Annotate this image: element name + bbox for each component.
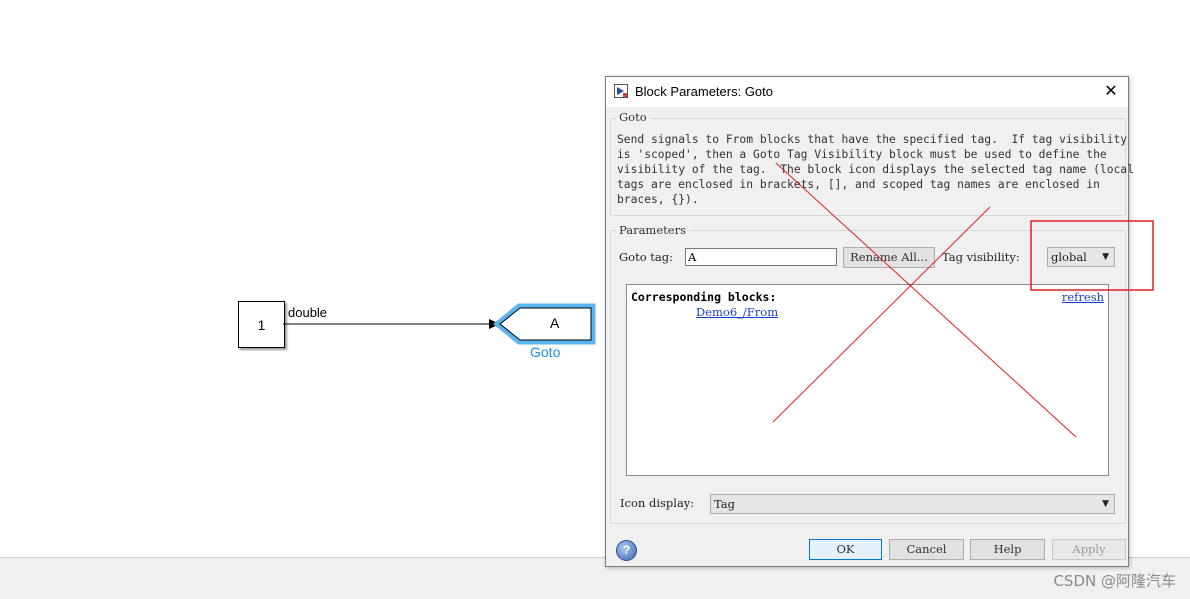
tag-visibility-select[interactable]: global ▼ xyxy=(1047,247,1115,267)
constant-block[interactable]: 1 xyxy=(238,301,285,348)
goto-description-text: Send signals to From blocks that have th… xyxy=(617,133,1134,206)
constant-value: 1 xyxy=(257,316,266,333)
watermark: CSDN @阿隆汽车 xyxy=(1053,572,1176,590)
triangle-down-icon: ▼ xyxy=(1102,252,1109,262)
icon-display-select[interactable]: Tag ▼ xyxy=(710,494,1115,514)
block-parameters-dialog: Block Parameters: Goto ✕ Goto Send signa… xyxy=(605,76,1134,567)
corresponding-blocks-title: Corresponding blocks: xyxy=(631,290,777,304)
parameters-group-label: Parameters xyxy=(616,223,689,237)
close-icon: ✕ xyxy=(1104,83,1118,100)
apply-button[interactable]: Apply xyxy=(1052,539,1126,560)
triangle-down-icon: ▼ xyxy=(1102,499,1109,509)
goto-group-label: Goto xyxy=(616,110,650,124)
goto-tag-text: A xyxy=(550,315,560,331)
goto-block[interactable] xyxy=(499,307,592,341)
goto-tag-label: Goto tag: xyxy=(619,250,674,264)
question-mark-icon[interactable]: ? xyxy=(616,540,637,561)
corresponding-block-link[interactable]: Demo6_/From xyxy=(696,305,778,319)
dialog-title: Block Parameters: Goto xyxy=(635,84,773,99)
ok-button[interactable]: OK xyxy=(809,539,882,560)
rename-all-button[interactable]: Rename All... xyxy=(843,247,935,268)
goto-block-name[interactable]: Goto xyxy=(530,344,560,360)
tag-visibility-label: Tag visibility: xyxy=(942,250,1020,264)
cancel-button[interactable]: Cancel xyxy=(889,539,964,560)
icon-display-value: Tag xyxy=(714,497,735,511)
close-button[interactable]: ✕ xyxy=(1100,81,1122,103)
dialog-titlebar[interactable]: Block Parameters: Goto ✕ xyxy=(606,77,1128,107)
icon-display-label: Icon display: xyxy=(620,496,695,510)
help-button[interactable]: Help xyxy=(970,539,1045,560)
goto-tag-input[interactable]: A xyxy=(685,248,837,266)
refresh-link[interactable]: refresh xyxy=(1062,290,1104,304)
corresponding-blocks-panel: Corresponding blocks: refresh Demo6_/Fro… xyxy=(626,284,1109,476)
tag-visibility-value: global xyxy=(1051,250,1087,264)
simulink-block-icon xyxy=(614,84,628,98)
